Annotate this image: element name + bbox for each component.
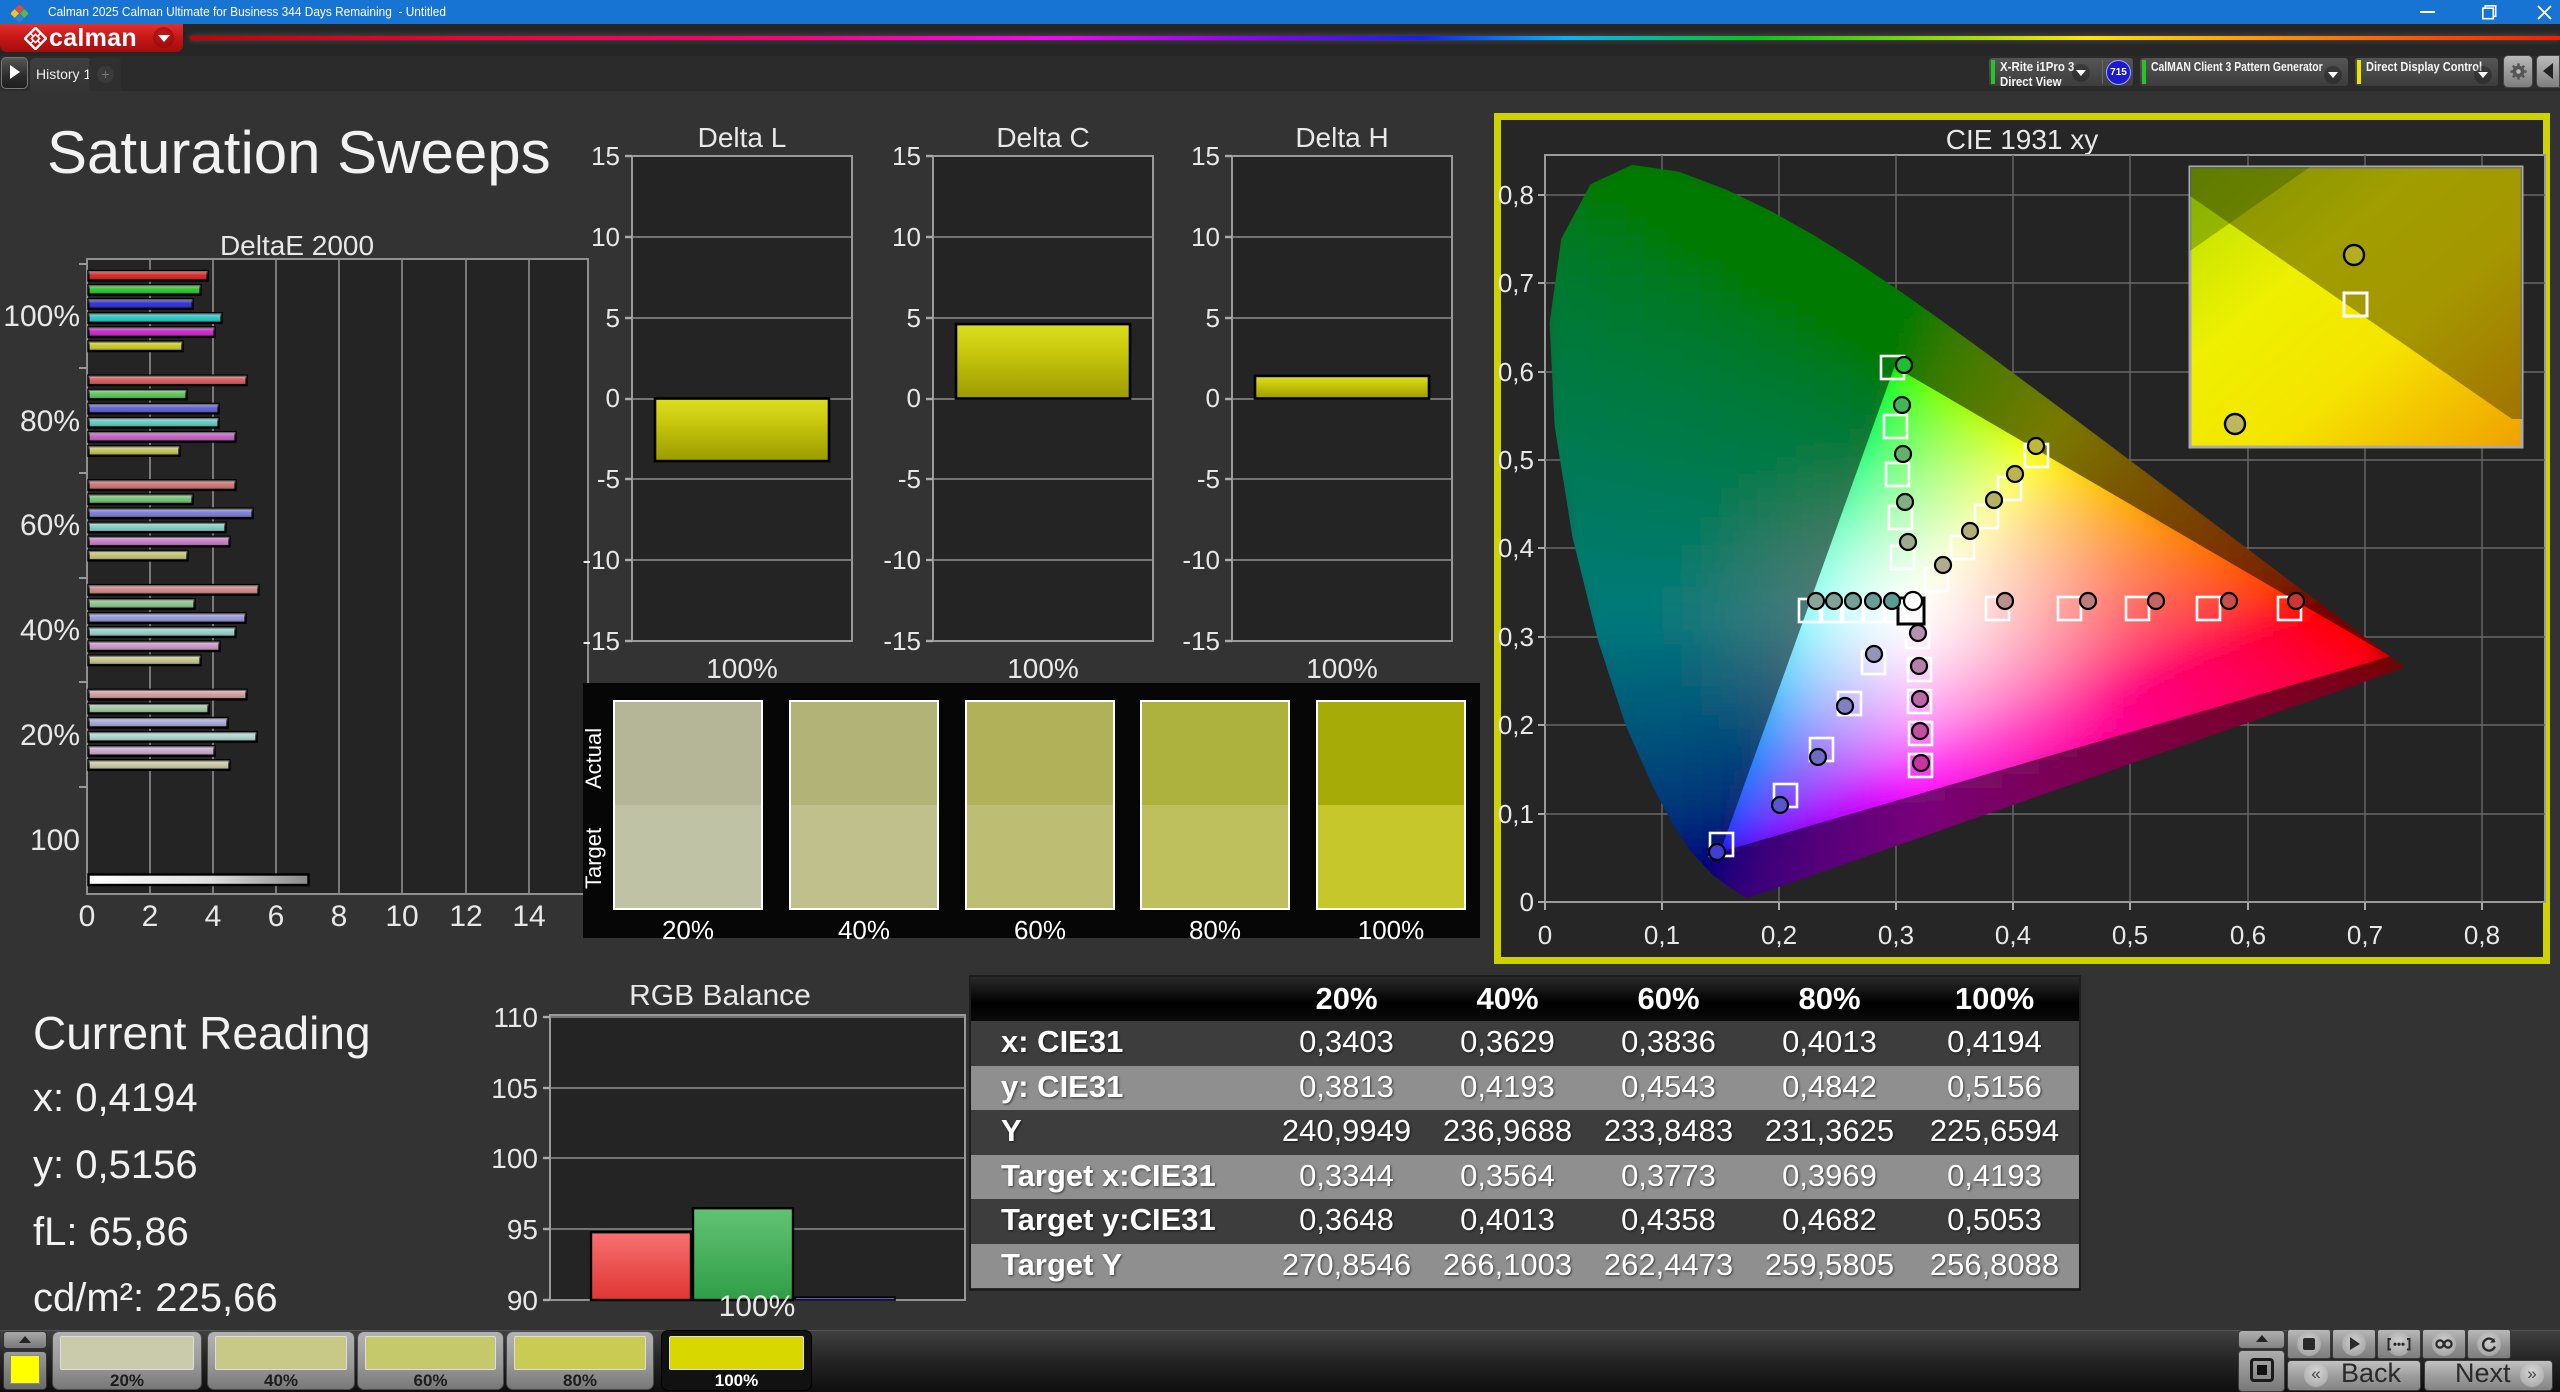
svg-text:-5: -5 (597, 464, 620, 494)
svg-text:10: 10 (1191, 222, 1220, 252)
svg-text:4: 4 (205, 900, 222, 930)
svg-text:-15: -15 (1182, 626, 1220, 656)
svg-text:0,4: 0,4 (1498, 533, 1534, 563)
svg-text:0,5: 0,5 (2112, 920, 2148, 950)
svg-text:2: 2 (142, 900, 159, 930)
svg-text:100%: 100% (1007, 653, 1079, 684)
svg-text:0: 0 (907, 383, 921, 413)
svg-text:100%: 100% (719, 1290, 796, 1323)
svg-text:DeltaE 2000: DeltaE 2000 (220, 230, 374, 261)
svg-text:5: 5 (907, 303, 921, 333)
svg-text:0,6: 0,6 (1498, 357, 1534, 387)
svg-text:0: 0 (79, 900, 96, 930)
svg-text:60%: 60% (20, 509, 80, 542)
svg-text:5: 5 (606, 303, 620, 333)
svg-text:0,7: 0,7 (2347, 920, 2383, 950)
svg-text:0,1: 0,1 (1498, 799, 1534, 829)
svg-text:0,8: 0,8 (1498, 180, 1534, 210)
svg-text:100: 100 (491, 1143, 538, 1174)
svg-text:15: 15 (591, 141, 620, 171)
svg-text:10: 10 (591, 222, 620, 252)
svg-text:12: 12 (449, 900, 482, 930)
svg-text:-10: -10 (883, 545, 921, 575)
svg-text:0,1: 0,1 (1644, 920, 1680, 950)
svg-text:95: 95 (507, 1214, 538, 1245)
svg-text:5: 5 (1206, 303, 1220, 333)
svg-text:0,8: 0,8 (2464, 920, 2500, 950)
svg-text:Delta H: Delta H (1295, 125, 1388, 153)
svg-text:0: 0 (1538, 920, 1552, 950)
svg-text:6: 6 (268, 900, 285, 930)
svg-text:-5: -5 (1197, 464, 1220, 494)
svg-text:15: 15 (892, 141, 921, 171)
svg-text:-15: -15 (582, 626, 620, 656)
svg-text:RGB Balance: RGB Balance (629, 985, 811, 1012)
svg-text:-5: -5 (898, 464, 921, 494)
svg-text:110: 110 (493, 1002, 538, 1033)
svg-text:Delta L: Delta L (698, 125, 787, 153)
svg-text:15: 15 (1191, 141, 1220, 171)
svg-text:0,2: 0,2 (1761, 920, 1797, 950)
svg-text:100%: 100% (3, 300, 80, 333)
svg-text:0: 0 (1206, 383, 1220, 413)
svg-text:80%: 80% (20, 405, 80, 438)
svg-text:105: 105 (491, 1073, 538, 1104)
svg-text:0,6: 0,6 (2230, 920, 2266, 950)
svg-text:-15: -15 (883, 626, 921, 656)
svg-text:-10: -10 (1182, 545, 1220, 575)
svg-text:100: 100 (30, 824, 80, 857)
svg-text:40%: 40% (20, 614, 80, 647)
svg-text:10: 10 (892, 222, 921, 252)
svg-text:Delta C: Delta C (996, 125, 1089, 153)
svg-text:-10: -10 (582, 545, 620, 575)
svg-text:CIE 1931 xy: CIE 1931 xy (1946, 124, 2099, 155)
svg-text:14: 14 (512, 900, 545, 930)
svg-text:0,4: 0,4 (1995, 920, 2031, 950)
svg-text:0,2: 0,2 (1498, 710, 1534, 740)
svg-text:10: 10 (385, 900, 418, 930)
svg-text:20%: 20% (20, 719, 80, 752)
svg-text:90: 90 (507, 1285, 538, 1316)
svg-text:0,5: 0,5 (1498, 445, 1534, 475)
svg-text:0,3: 0,3 (1878, 920, 1914, 950)
svg-text:0: 0 (606, 383, 620, 413)
svg-text:100%: 100% (706, 653, 778, 684)
svg-text:0: 0 (1520, 887, 1534, 917)
svg-text:8: 8 (331, 900, 348, 930)
svg-text:0,3: 0,3 (1498, 622, 1534, 652)
svg-text:0,7: 0,7 (1498, 268, 1534, 298)
svg-text:100%: 100% (1306, 653, 1378, 684)
